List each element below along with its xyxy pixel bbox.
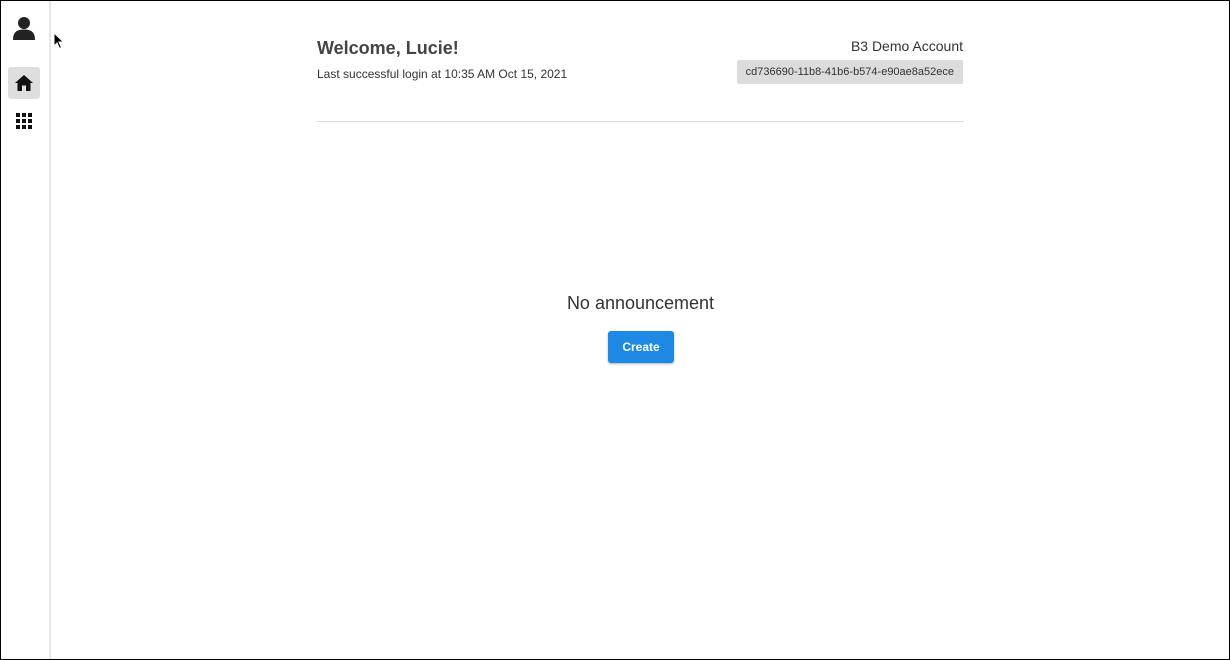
account-id-badge: cd736690-11b8-41b6-b574-e90ae8a52ece bbox=[736, 60, 963, 84]
profile-button[interactable] bbox=[8, 12, 40, 44]
welcome-title: Welcome, Lucie! bbox=[317, 38, 459, 58]
account-name: B3 Demo Account bbox=[850, 38, 963, 54]
app-window: Welcome, Lucie! Last successful login at… bbox=[0, 0, 1230, 660]
last-login-text: Last successful login at 10:35 AM Oct 15… bbox=[317, 67, 568, 81]
home-icon bbox=[15, 75, 33, 91]
create-announcement-button[interactable]: Create bbox=[608, 331, 674, 363]
sidebar-item-apps[interactable] bbox=[8, 105, 40, 137]
header-divider bbox=[317, 121, 964, 122]
empty-state-message: No announcement bbox=[566, 293, 715, 313]
account-info: B3 Demo Account cd736690-11b8-41b6-b574-… bbox=[736, 38, 963, 84]
apps-grid-icon bbox=[16, 113, 32, 129]
welcome-header: Welcome, Lucie! Last successful login at… bbox=[317, 37, 567, 81]
mouse-cursor-icon bbox=[53, 32, 65, 50]
user-icon bbox=[13, 17, 35, 40]
sidebar bbox=[1, 1, 51, 659]
sidebar-item-home[interactable] bbox=[8, 67, 40, 99]
